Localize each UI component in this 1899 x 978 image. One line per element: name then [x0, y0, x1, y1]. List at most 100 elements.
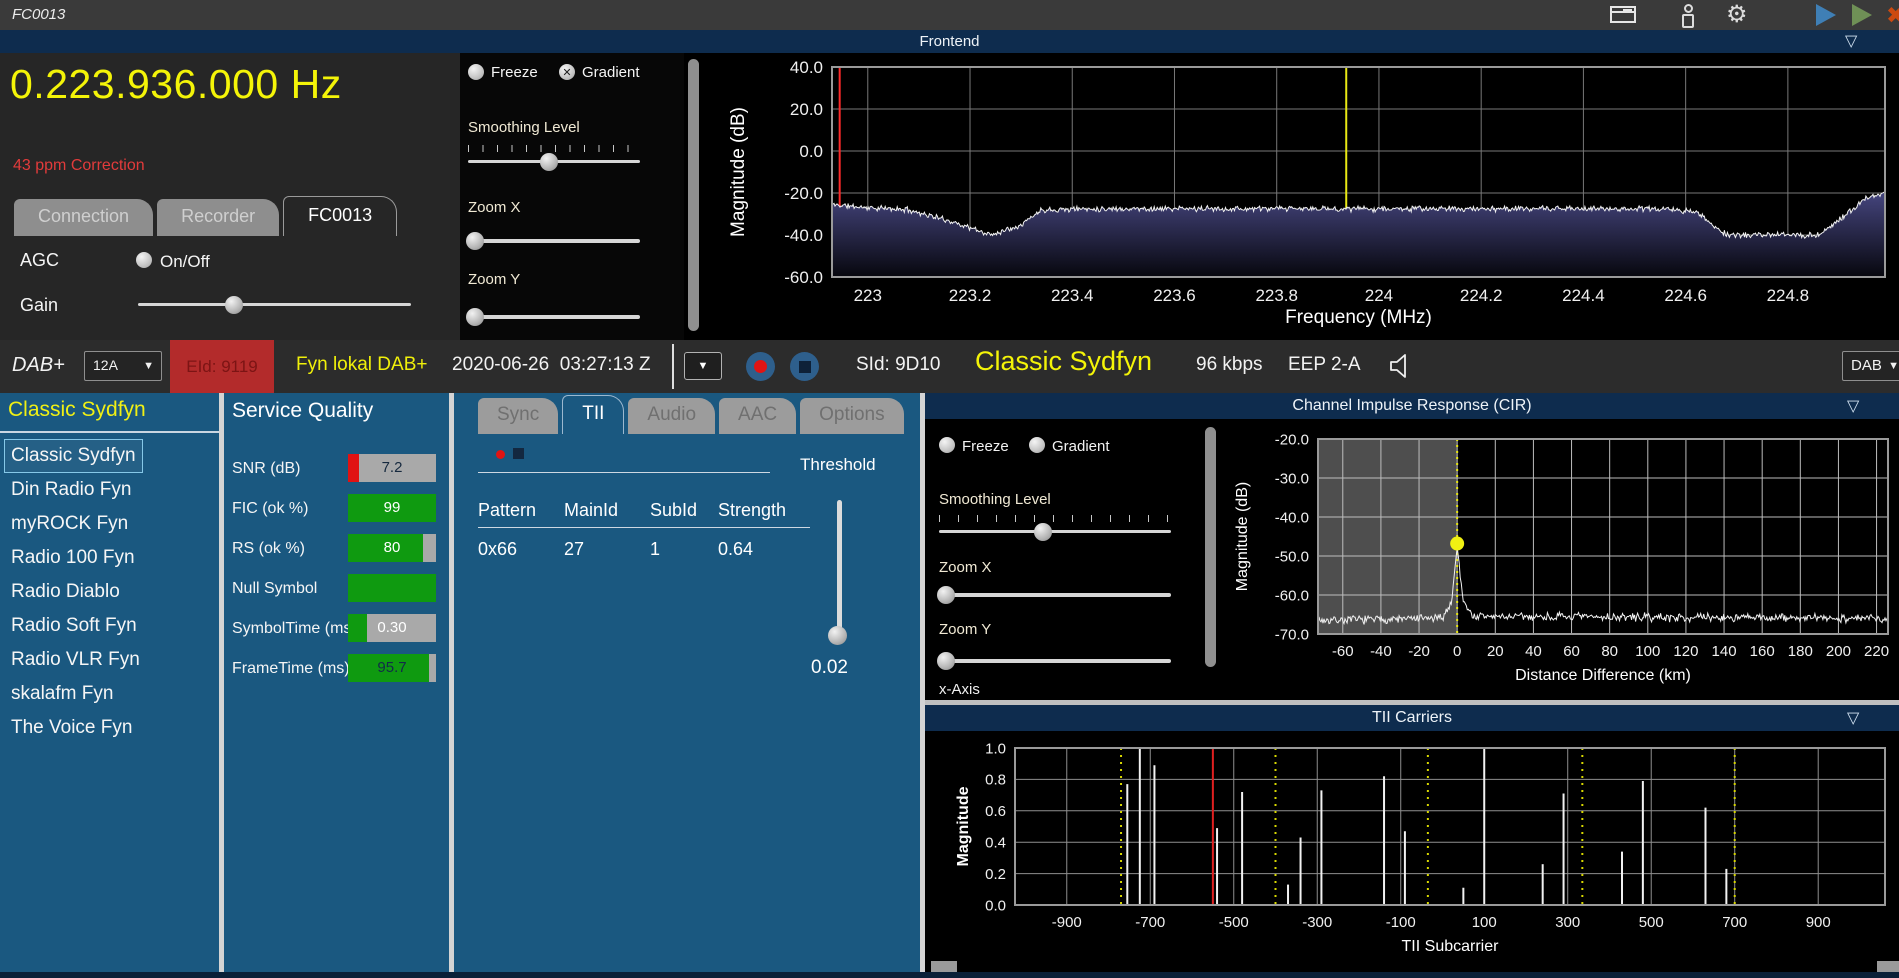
hscrollbar-left[interactable] — [931, 961, 957, 972]
zoom-x-slider[interactable] — [466, 232, 640, 250]
tab-audio[interactable]: Audio — [628, 398, 716, 434]
gain-slider[interactable] — [138, 295, 411, 314]
spectrum-scrollbar[interactable] — [688, 59, 699, 331]
svg-text:-70.0: -70.0 — [1275, 626, 1309, 643]
play-icon-blue[interactable] — [1816, 4, 1836, 26]
agc-option-label: On/Off — [160, 252, 210, 271]
zoom-x-label: Zoom X — [468, 199, 521, 216]
tii-chart[interactable]: -900 -700 -500 -300 -100 100 300 500 700 900 1.0 0.… — [950, 731, 1899, 972]
svg-text:700: 700 — [1722, 914, 1747, 931]
service-list-item[interactable]: Radio VLR Fyn — [4, 643, 214, 677]
cir-freeze-radio[interactable] — [939, 437, 955, 453]
tab-options[interactable]: Options — [800, 398, 904, 434]
tii-indicator-dot — [496, 450, 505, 459]
cir-tii-region: Channel Impulse Response (CIR) ▽ Freeze … — [925, 393, 1899, 972]
main-area: Classic Sydfyn Classic Sydfyn Din Radio F… — [0, 393, 1899, 972]
quality-bar: 99 — [348, 494, 436, 522]
freeze-radio[interactable] — [468, 64, 484, 80]
frontend-section: 0.223.936.000 Hz 43 ppm Correction Conne… — [0, 53, 1899, 340]
threshold-slider-handle[interactable] — [828, 626, 847, 645]
svg-text:-50.0: -50.0 — [1275, 548, 1309, 565]
hscrollbar-right[interactable] — [1877, 961, 1899, 972]
svg-text:140: 140 — [1712, 643, 1737, 660]
current-service-name: Classic Sydfyn — [975, 346, 1153, 376]
svg-text:TII Subcarrier: TII Subcarrier — [1402, 938, 1500, 955]
tab-aac[interactable]: AAC — [719, 398, 797, 434]
svg-text:223.4: 223.4 — [1051, 286, 1094, 305]
service-list-item[interactable]: Radio Diablo — [4, 575, 214, 609]
svg-text:0: 0 — [1453, 643, 1461, 660]
svg-text:-100: -100 — [1386, 914, 1416, 931]
tii-indicator-square — [513, 448, 524, 459]
record-icon — [754, 360, 767, 373]
frontend-title: Frontend — [919, 33, 980, 50]
agc-label: AGC — [20, 250, 60, 270]
zoom-y-slider[interactable] — [466, 308, 640, 326]
svg-text:80: 80 — [1601, 643, 1618, 660]
svg-text:-900: -900 — [1052, 914, 1082, 931]
svg-text:180: 180 — [1788, 643, 1813, 660]
service-list-item[interactable]: Classic Sydfyn — [4, 439, 143, 473]
service-list-item[interactable]: The Voice Fyn — [4, 711, 214, 745]
tab-sync[interactable]: Sync — [478, 398, 559, 434]
cir-freeze-label: Freeze — [962, 438, 1009, 455]
dropdown-button[interactable]: ▼ — [684, 352, 722, 380]
application-window: FC0013 ⚙ ✖ Frontend ▽ 0.223.936.000 Hz 4… — [0, 0, 1899, 978]
ensemble-id-badge: EId: 9119 — [170, 340, 274, 393]
smoothing-ticks — [468, 145, 640, 152]
svg-text:-60: -60 — [1332, 643, 1354, 660]
cir-zoom-y-slider[interactable] — [937, 652, 1171, 670]
table-row[interactable]: 0x66 27 1 0.64 — [478, 536, 810, 562]
collapse-icon[interactable]: ▽ — [1847, 396, 1859, 416]
table-cell: 27 — [564, 539, 585, 559]
tab-recorder[interactable]: Recorder — [157, 199, 280, 236]
tab-tii[interactable]: TII — [562, 395, 625, 434]
speaker-icon[interactable] — [1388, 353, 1414, 384]
service-list-item[interactable]: Radio Soft Fyn — [4, 609, 214, 643]
cir-scrollbar[interactable] — [1205, 427, 1216, 667]
svg-text:60: 60 — [1563, 643, 1580, 660]
service-list-item[interactable]: myROCK Fyn — [4, 507, 214, 541]
service-list-item[interactable]: Radio 100 Fyn — [4, 541, 214, 575]
collapse-icon[interactable]: ▽ — [1847, 708, 1859, 728]
quality-bar: 7.2 — [348, 454, 436, 482]
table-cell: 1 — [650, 539, 661, 559]
service-list-header: Classic Sydfyn — [8, 398, 146, 421]
service-list-item[interactable]: Din Radio Fyn — [4, 473, 214, 507]
service-list-item[interactable]: skalafm Fyn — [4, 677, 214, 711]
chart-tii-content: -900 -700 -500 -300 -100 100 300 500 700 900 1.0 0.… — [955, 740, 1886, 955]
service-list-panel: Classic Sydfyn Classic Sydfyn Din Radio F… — [0, 393, 219, 972]
tab-connection[interactable]: Connection — [14, 199, 154, 236]
band-select[interactable]: DAB ▼ — [1842, 351, 1899, 381]
gear-icon[interactable]: ⚙ — [1726, 0, 1748, 30]
ensemble-name: Fyn lokal DAB+ — [296, 354, 428, 375]
cir-zoom-x-slider[interactable] — [937, 586, 1171, 604]
cir-controls: Freeze Gradient Smoothing Level Zoom X Z… — [925, 419, 1225, 700]
stop-button[interactable] — [790, 352, 819, 381]
quality-bar — [348, 574, 436, 602]
cir-x-axis-label: x-Axis — [939, 681, 980, 698]
cir-smoothing-slider[interactable] — [939, 522, 1171, 541]
detail-panel: Sync TII Audio AAC Options Pattern MainId SubI… — [454, 393, 920, 972]
window-icon[interactable] — [1610, 6, 1636, 23]
cir-gradient-radio[interactable] — [1029, 437, 1045, 453]
record-button[interactable] — [746, 352, 775, 381]
cir-chart[interactable]: -60 -40 -20 0 20 40 60 80 100 120 140 160 180 200 220 -… — [1225, 419, 1899, 700]
svg-text:-40.0: -40.0 — [784, 226, 823, 245]
smoothing-slider[interactable] — [468, 152, 640, 171]
collapse-icon[interactable]: ▽ — [1845, 31, 1857, 51]
info-icon[interactable] — [1678, 4, 1698, 28]
gradient-radio[interactable]: ✕ — [559, 64, 575, 80]
play-icon-green[interactable] — [1852, 4, 1872, 26]
close-x-icon[interactable]: ✖ — [1886, 2, 1899, 29]
spectrum-controls: Freeze ✕ Gradient Smoothing Level Zoom X… — [460, 53, 684, 340]
svg-text:Magnitude: Magnitude — [955, 786, 972, 866]
agc-radio[interactable] — [136, 252, 152, 268]
channel-select[interactable]: 12A ▼ — [84, 351, 162, 381]
svg-text:20: 20 — [1487, 643, 1504, 660]
threshold-slider[interactable] — [837, 500, 842, 635]
tab-fc0013[interactable]: FC0013 — [283, 196, 398, 236]
spectrum-chart[interactable]: 223 223.2 223.4 223.6 223.8 224 224.2 224.4 224.… — [700, 53, 1899, 340]
svg-text:-20.0: -20.0 — [784, 184, 823, 203]
quality-row: RS (ok %) 80 — [224, 531, 449, 571]
